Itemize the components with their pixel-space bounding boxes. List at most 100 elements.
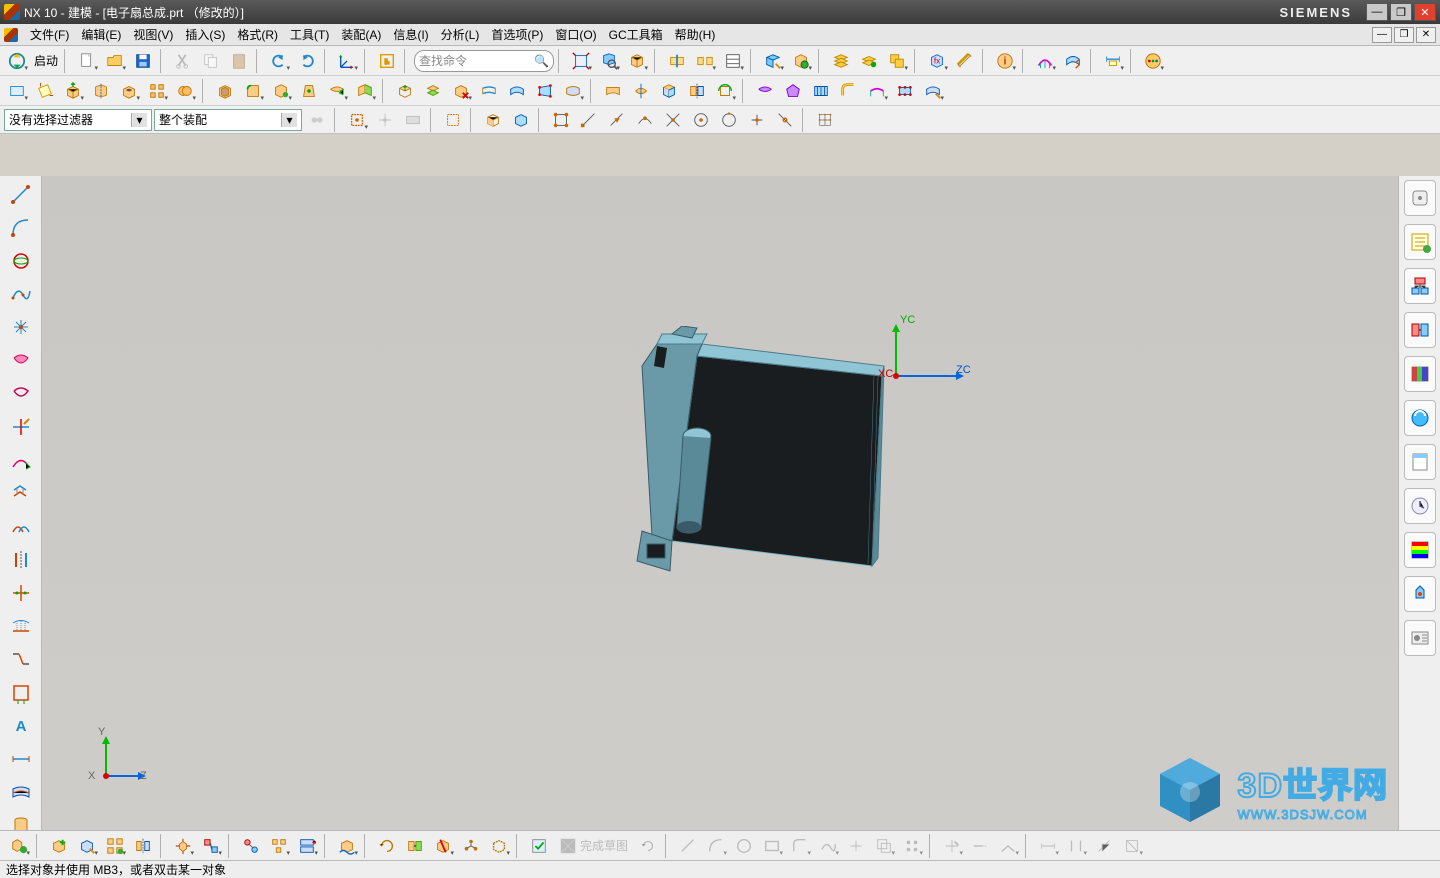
sketch-convert-button[interactable] [1119, 833, 1145, 859]
copy-button[interactable] [198, 48, 224, 74]
pattern-button[interactable] [144, 78, 170, 104]
arc-tool-button[interactable] [6, 213, 36, 242]
more-surface-button[interactable] [560, 78, 586, 104]
menu-edit[interactable]: 编辑(E) [75, 24, 127, 45]
project-curve-button[interactable] [6, 612, 36, 641]
measure-distance-button[interactable] [952, 48, 978, 74]
text-curve-button[interactable]: A [6, 711, 36, 740]
finish-sketch-button[interactable]: 完成草图 [554, 833, 633, 859]
draft-button[interactable] [296, 78, 322, 104]
four-point-surface-button[interactable] [532, 78, 558, 104]
mirror-curve-button[interactable] [6, 545, 36, 574]
line-tool-button[interactable] [6, 180, 36, 209]
move-layer-button[interactable] [884, 48, 910, 74]
sketch-pattern-button[interactable] [899, 833, 925, 859]
menu-format[interactable]: 格式(R) [231, 24, 284, 45]
menu-view[interactable]: 视图(V) [127, 24, 179, 45]
edit-surface-button[interactable] [920, 78, 946, 104]
redo-button[interactable] [294, 48, 320, 74]
menu-assembly[interactable]: 装配(A) [335, 24, 387, 45]
sketch-dimension-button[interactable] [1035, 833, 1061, 859]
delete-face-button[interactable] [448, 78, 474, 104]
grid-snap-button[interactable] [812, 107, 838, 133]
sketch-orient-button[interactable] [635, 833, 661, 859]
menu-tools[interactable]: 工具(T) [284, 24, 335, 45]
assembly-constraint-button[interactable] [6, 833, 32, 859]
manufacturing-button[interactable] [1404, 576, 1436, 612]
roles-button[interactable] [1404, 620, 1436, 656]
studio-spline-button[interactable] [6, 346, 36, 375]
wcs-button[interactable] [334, 48, 360, 74]
snap-existing-button[interactable] [744, 107, 770, 133]
intersection-curve-button[interactable] [6, 578, 36, 607]
move-face-button[interactable] [352, 78, 378, 104]
curve-length-button[interactable] [6, 744, 36, 773]
rectangle-select-button[interactable] [440, 107, 466, 133]
arrangement-button[interactable] [458, 833, 484, 859]
info-button[interactable]: i [992, 48, 1018, 74]
circle-tool-button[interactable] [6, 246, 36, 275]
dimension-button[interactable] [1100, 48, 1126, 74]
surface-tool-2-button[interactable] [628, 78, 654, 104]
snap-intersect-button[interactable] [660, 107, 686, 133]
exploded-view-button[interactable] [266, 833, 292, 859]
sketch-exit-button[interactable] [526, 833, 552, 859]
menu-insert[interactable]: 插入(S) [179, 24, 231, 45]
graphics-viewport[interactable]: YC ZC XC Y Z X 3D世界网 WWW.3DSJW.COM [42, 176, 1398, 840]
sketch-corner-button[interactable] [995, 833, 1021, 859]
studio-surface-button[interactable] [752, 78, 778, 104]
face-select-button[interactable] [480, 107, 506, 133]
snap-control-button[interactable] [632, 107, 658, 133]
assembly-navigator-button[interactable] [1404, 268, 1436, 304]
history-button[interactable] [1404, 488, 1436, 524]
extract-geometry-button[interactable] [656, 78, 682, 104]
layer-button[interactable] [720, 48, 746, 74]
menu-help[interactable]: 帮助(H) [669, 24, 722, 45]
hd3d-button[interactable] [1404, 400, 1436, 436]
menu-window[interactable]: 窗口(O) [549, 24, 602, 45]
sketch-button[interactable] [4, 78, 30, 104]
trim-body-button[interactable] [664, 48, 690, 74]
sketch-fillet-button[interactable] [787, 833, 813, 859]
menu-info[interactable]: 信息(I) [387, 24, 434, 45]
offset-curve-button[interactable] [6, 479, 36, 508]
sketch-rectangle-button[interactable] [759, 833, 785, 859]
system-menu-icon[interactable] [4, 28, 18, 42]
pattern-curve-button[interactable] [6, 512, 36, 541]
sketch-arc-button[interactable] [703, 833, 729, 859]
point-tool-button[interactable] [6, 313, 36, 342]
unite-button[interactable] [172, 78, 198, 104]
maximize-button[interactable]: ❐ [1390, 3, 1412, 21]
surface-analysis-button[interactable] [1060, 48, 1086, 74]
face-blend-button[interactable] [836, 78, 862, 104]
law-extension-button[interactable] [864, 78, 890, 104]
snap-oncurve-button[interactable] [772, 107, 798, 133]
create-new-component-button[interactable] [74, 833, 100, 859]
menu-gctoolbox[interactable]: GC工具箱 [603, 24, 669, 45]
edit-object-display-button[interactable] [760, 48, 786, 74]
show-degrees-button[interactable] [238, 833, 264, 859]
mdi-minimize-button[interactable]: — [1372, 27, 1392, 43]
wrap-button[interactable] [712, 78, 738, 104]
swept-button[interactable] [504, 78, 530, 104]
constraint-navigator-button[interactable] [1404, 312, 1436, 348]
move-component-button[interactable] [170, 833, 196, 859]
sketch-spline-button[interactable] [815, 833, 841, 859]
spline-tool-button[interactable] [6, 280, 36, 309]
extrude-button[interactable] [60, 78, 86, 104]
sketch-line-button[interactable] [675, 833, 701, 859]
n-sided-surface-button[interactable] [780, 78, 806, 104]
sketch-point-button[interactable] [843, 833, 869, 859]
hole-button[interactable] [116, 78, 142, 104]
replace-component-button[interactable] [402, 833, 428, 859]
reposition-button[interactable] [374, 833, 400, 859]
assembly-constraint2-button[interactable] [198, 833, 224, 859]
process-studio-button[interactable] [1404, 532, 1436, 568]
ruled-button[interactable] [808, 78, 834, 104]
fit-button[interactable] [568, 48, 594, 74]
composite-curve-button[interactable] [6, 678, 36, 707]
show-hide-button[interactable] [788, 48, 814, 74]
replace-face-button[interactable] [420, 78, 446, 104]
snap-point-button[interactable] [372, 107, 398, 133]
edge-blend-button[interactable] [240, 78, 266, 104]
